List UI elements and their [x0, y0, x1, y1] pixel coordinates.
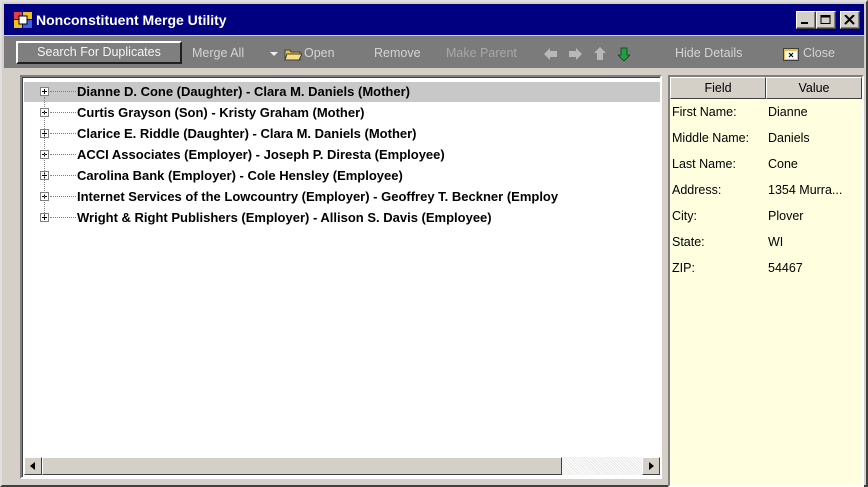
detail-field-label: City: — [672, 209, 697, 223]
detail-value: 54467 — [768, 261, 803, 275]
merge-utility-window: Nonconstituent Merge Utility Search For … — [0, 0, 868, 487]
detail-field-label: ZIP: — [672, 261, 695, 275]
detail-row: City: Plover — [670, 203, 862, 229]
detail-row: Address: 1354 Murra... — [670, 177, 862, 203]
app-icon — [14, 12, 32, 28]
detail-field-label: First Name: — [672, 105, 737, 119]
detail-row: Middle Name: Daniels — [670, 125, 862, 151]
minimize-button[interactable] — [796, 11, 816, 29]
arrow-left-icon[interactable] — [544, 48, 558, 60]
field-column-header[interactable]: Field — [670, 77, 766, 99]
close-window-button[interactable] — [840, 11, 860, 29]
detail-field-label: Address: — [672, 183, 722, 197]
tree-connector — [50, 217, 76, 218]
tree-connector — [50, 133, 76, 134]
detail-row: Last Name: Cone — [670, 151, 862, 177]
tree-vertical-connector — [44, 97, 45, 217]
window-title: Nonconstituent Merge Utility — [36, 12, 227, 28]
tree-item[interactable]: Clarice E. Riddle (Daughter) - Clara M. … — [24, 124, 660, 144]
make-parent-button[interactable]: Make Parent — [446, 43, 517, 63]
tree-item-label: Dianne D. Cone (Daughter) - Clara M. Dan… — [77, 84, 410, 99]
tree-connector — [50, 91, 76, 92]
hide-details-button[interactable]: Hide Details — [675, 43, 742, 63]
merge-all-button[interactable]: Merge All — [192, 43, 244, 63]
scroll-left-button[interactable] — [24, 457, 42, 475]
detail-field-label: Last Name: — [672, 157, 736, 171]
tree-item-label: Carolina Bank (Employer) - Cole Hensley … — [77, 168, 403, 183]
dropdown-arrow-icon[interactable] — [270, 52, 278, 57]
tree-connector — [50, 112, 76, 113]
tree-item[interactable]: Wright & Right Publishers (Employer) - A… — [24, 208, 660, 228]
tree-item[interactable]: Curtis Grayson (Son) - Kristy Graham (Mo… — [24, 103, 660, 123]
value-column-header[interactable]: Value — [766, 77, 862, 99]
maximize-button[interactable] — [816, 11, 836, 29]
scroll-right-button[interactable] — [642, 457, 660, 475]
detail-value: WI — [768, 235, 784, 249]
detail-value: 1354 Murra... — [768, 183, 843, 197]
toolbar: Search For Duplicates Merge All Open Rem… — [4, 36, 864, 68]
tree-item-label: Wright & Right Publishers (Employer) - A… — [77, 210, 492, 225]
detail-value: Plover — [768, 209, 804, 223]
tree-item-label: Internet Services of the Lowcountry (Emp… — [77, 189, 559, 204]
scroll-thumb[interactable] — [42, 457, 562, 475]
tree-item-label: Curtis Grayson (Son) - Kristy Graham (Mo… — [77, 105, 365, 120]
close-icon — [844, 15, 855, 25]
duplicates-tree[interactable]: Dianne D. Cone (Daughter) - Clara M. Dan… — [20, 75, 662, 479]
detail-row: First Name: Dianne — [670, 99, 862, 125]
arrow-up-icon[interactable] — [594, 47, 606, 61]
tree-item-label: Clarice E. Riddle (Daughter) - Clara M. … — [77, 126, 417, 141]
tree-item[interactable]: ACCI Associates (Employer) - Joseph P. D… — [24, 145, 660, 165]
title-bar[interactable]: Nonconstituent Merge Utility — [4, 4, 864, 35]
detail-row: State: WI — [670, 229, 862, 255]
tree-item[interactable]: Carolina Bank (Employer) - Cole Hensley … — [24, 166, 660, 186]
search-for-duplicates-button[interactable]: Search For Duplicates — [16, 41, 182, 64]
expand-icon[interactable] — [40, 87, 49, 96]
tree-item[interactable]: Internet Services of the Lowcountry (Emp… — [24, 187, 660, 207]
detail-field-label: Middle Name: — [672, 131, 750, 145]
detail-field-label: State: — [672, 235, 705, 249]
minimize-icon — [801, 22, 808, 24]
arrow-right-icon[interactable] — [568, 48, 582, 60]
detail-value: Daniels — [768, 131, 810, 145]
open-folder-icon — [284, 49, 302, 61]
detail-value: Cone — [768, 157, 798, 171]
scroll-left-icon — [30, 462, 35, 470]
tree-item[interactable]: Dianne D. Cone (Daughter) - Clara M. Dan… — [24, 82, 660, 102]
tree-connector — [50, 175, 76, 176]
details-panel: Field Value First Name: Dianne Middle Name… — [668, 75, 864, 487]
arrow-down-icon[interactable] — [618, 47, 630, 61]
tree-connector — [50, 154, 76, 155]
open-button[interactable]: Open — [304, 43, 335, 63]
close-toolbar-icon — [783, 48, 799, 61]
tree-item-label: ACCI Associates (Employer) - Joseph P. D… — [77, 147, 445, 162]
remove-button[interactable]: Remove — [374, 43, 421, 63]
maximize-icon — [820, 15, 831, 24]
horizontal-scrollbar[interactable] — [24, 457, 660, 475]
detail-row: ZIP: 54467 — [670, 255, 862, 281]
close-button[interactable]: Close — [803, 43, 835, 63]
scroll-right-icon — [649, 462, 654, 470]
detail-value: Dianne — [768, 105, 808, 119]
tree-connector — [50, 196, 76, 197]
